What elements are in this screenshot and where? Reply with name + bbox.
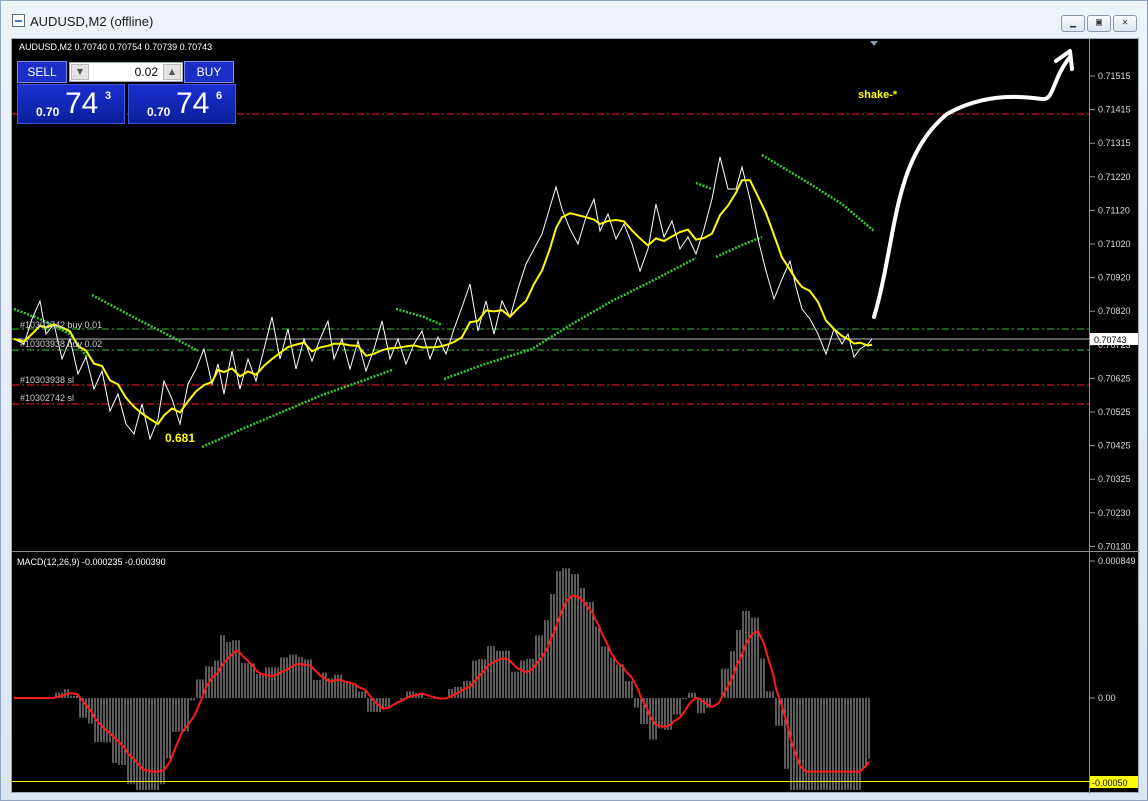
price-scale-label: 0.70525 (1098, 407, 1131, 417)
terminal-window: AUDUSD,M2 (offline) ▁ ▣ ✕ AUDUSD,M2 0.70… (0, 0, 1148, 801)
chart-window-icon (12, 14, 25, 27)
price-scale-label: 0.70230 (1098, 508, 1131, 518)
chevron-up-icon: ▲ (168, 67, 176, 76)
moving-average-line (13, 179, 873, 426)
macd-scale-label: 0.00 (1098, 693, 1116, 703)
price-scale-label: 0.71315 (1098, 138, 1131, 148)
price-scale-label: 0.70820 (1098, 306, 1131, 316)
restore-button[interactable]: ▣ (1087, 15, 1111, 32)
moving-average-series (13, 179, 873, 426)
minimize-icon: ▁ (1069, 17, 1077, 28)
price-scale-label: 0.70130 (1098, 541, 1131, 551)
price-scale-label: 0.70325 (1098, 474, 1131, 484)
macd-signal-polyline (14, 594, 870, 773)
macd-header: MACD(12,26,9) -0.000235 -0.000390 (17, 557, 166, 567)
chart-shift-marker-icon (870, 41, 878, 46)
one-click-trading-panel: SELL ▼ 0.02 ▲ BUY 0.70 74 3 0.70 74 6 (17, 61, 237, 124)
buy-button[interactable]: BUY (184, 61, 234, 83)
ask-price-pips: 74 (176, 87, 210, 120)
macd-scale: 0.000849 0.00 (1090, 556, 1136, 703)
order-label: #10303938 buy 0.02 (20, 339, 102, 349)
price-scale-label: 0.70920 (1098, 273, 1131, 283)
trend-segment (695, 181, 713, 191)
ask-price-fraction: 6 (216, 90, 223, 102)
macd-current-label: -0.00050 (1092, 778, 1128, 788)
low-price-annotation: 0.681 (165, 431, 195, 445)
macd-histogram (55, 568, 870, 790)
price-line (13, 156, 873, 441)
minimize-button[interactable]: ▁ (1061, 15, 1085, 32)
price-scale-label: 0.71515 (1098, 71, 1131, 81)
price-scale-label: 0.70425 (1098, 441, 1131, 451)
price-scale[interactable]: 0.71515 0.71415 0.71315 0.71220 0.71120 0.710… (1090, 71, 1131, 551)
trend-segment (91, 293, 199, 353)
ask-price-button[interactable]: 0.70 74 6 (128, 84, 236, 124)
lot-decrease-button[interactable]: ▼ (71, 64, 89, 80)
trend-segment (715, 235, 763, 259)
bid-price-prefix: 0.70 (36, 105, 60, 119)
window-title: AUDUSD,M2 (offline) (30, 14, 154, 29)
trend-segment (201, 368, 393, 449)
lot-value[interactable]: 0.02 (135, 65, 158, 79)
shake-annotation: shake-* (858, 89, 898, 101)
sell-button[interactable]: SELL (17, 61, 67, 83)
current-price-label: 0.70743 (1094, 335, 1127, 345)
close-icon: ✕ (1121, 17, 1129, 28)
ask-price-prefix: 0.70 (147, 105, 171, 119)
price-scale-label: 0.71020 (1098, 239, 1131, 249)
order-label: #10302742 buy 0.01 (20, 320, 102, 330)
chevron-down-icon: ▼ (76, 67, 84, 76)
price-scale-label: 0.71220 (1098, 172, 1131, 182)
price-series (13, 156, 873, 441)
arrow-annotation (872, 55, 1072, 319)
macd-scale-label: 0.000849 (1098, 556, 1136, 566)
bid-price-button[interactable]: 0.70 74 3 (17, 84, 125, 124)
order-label: #10303938 sl (20, 375, 74, 385)
price-scale-label: 0.70625 (1098, 373, 1131, 383)
restore-icon: ▣ (1095, 17, 1103, 28)
lot-size-input[interactable]: ▼ 0.02 ▲ (69, 62, 183, 82)
lot-increase-button[interactable]: ▲ (163, 64, 181, 80)
trend-segment (761, 153, 875, 232)
macd-signal-line (14, 594, 870, 773)
trend-segment (395, 307, 443, 327)
order-label: #10302742 sl (20, 393, 74, 403)
price-scale-label: 0.71415 (1098, 105, 1131, 115)
bid-price-fraction: 3 (105, 90, 112, 102)
close-button[interactable]: ✕ (1113, 15, 1137, 32)
bid-price-pips: 74 (65, 87, 99, 120)
price-scale-label: 0.71120 (1098, 205, 1130, 215)
chart-header: AUDUSD,M2 0.70740 0.70754 0.70739 0.7074… (19, 42, 212, 52)
chart-area[interactable]: AUDUSD,M2 0.70740 0.70754 0.70739 0.7074… (11, 38, 1140, 794)
title-bar[interactable]: AUDUSD,M2 (offline) ▁ ▣ ✕ (1, 1, 1147, 35)
chart-canvas[interactable]: AUDUSD,M2 0.70740 0.70754 0.70739 0.7074… (12, 39, 1140, 794)
